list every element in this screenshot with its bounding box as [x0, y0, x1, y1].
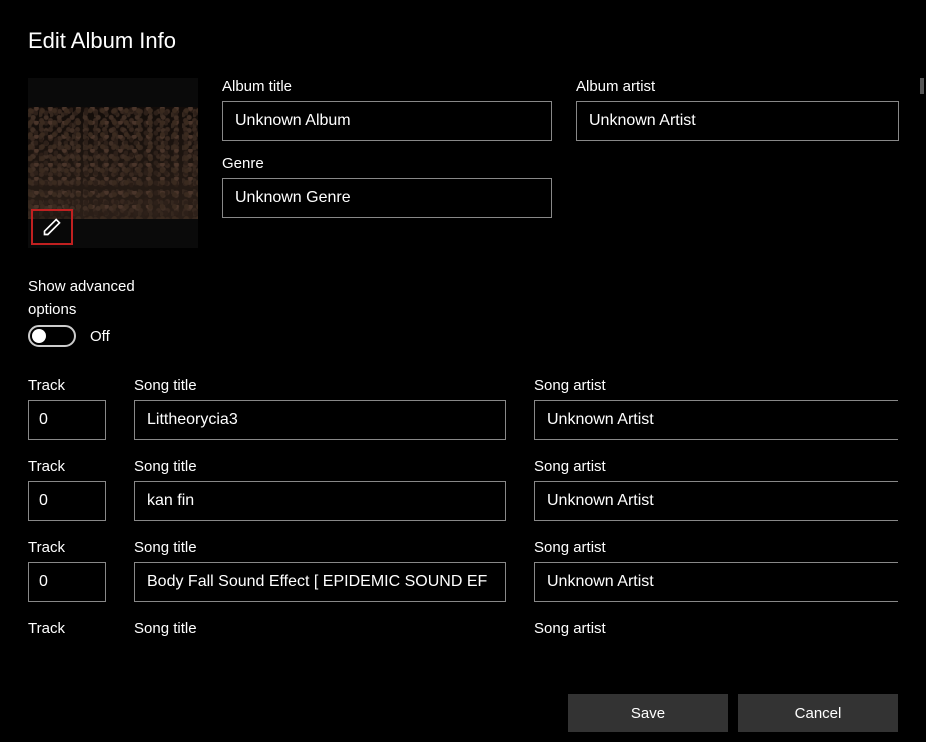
album-artist-label: Album artist: [576, 78, 899, 95]
genre-label: Genre: [222, 155, 552, 172]
cancel-button[interactable]: Cancel: [738, 694, 898, 732]
dialog-actions: Save Cancel: [568, 694, 898, 732]
scrollbar[interactable]: [920, 78, 924, 94]
track-row: Track Song title Song artist: [28, 539, 898, 602]
album-title-field: Album title: [222, 78, 552, 141]
album-art-container: [28, 78, 198, 248]
advanced-toggle-row: Off: [28, 325, 898, 347]
song-title-label: Song title: [134, 458, 506, 475]
song-title-input[interactable]: [134, 400, 506, 440]
song-title-input[interactable]: [134, 481, 506, 521]
song-artist-label: Song artist: [534, 458, 898, 475]
track-number-input[interactable]: [28, 562, 106, 602]
song-artist-label: Song artist: [534, 620, 898, 637]
album-title-genre-column: Album title Genre: [222, 78, 552, 248]
toggle-thumb: [32, 329, 46, 343]
song-title-label: Song title: [134, 539, 506, 556]
genre-input[interactable]: [222, 178, 552, 218]
track-number-input[interactable]: [28, 481, 106, 521]
track-number-label: Track: [28, 620, 106, 637]
album-artist-field: Album artist: [576, 78, 899, 141]
album-artist-input[interactable]: [576, 101, 899, 141]
edit-album-art-button[interactable]: [31, 209, 73, 245]
save-button[interactable]: Save: [568, 694, 728, 732]
track-number-label: Track: [28, 458, 106, 475]
album-art: [28, 107, 198, 219]
song-artist-label: Song artist: [534, 539, 898, 556]
advanced-options-label: Show advanced options: [28, 276, 148, 321]
song-artist-input[interactable]: [534, 400, 898, 440]
album-title-input[interactable]: [222, 101, 552, 141]
dialog-title: Edit Album Info: [28, 28, 898, 54]
song-title-label: Song title: [134, 620, 506, 637]
track-row: Track Song title Song artist: [28, 377, 898, 440]
track-row: Track Song title Song artist: [28, 458, 898, 521]
track-row: Track Song title Song artist: [28, 620, 898, 643]
pencil-icon: [42, 217, 62, 237]
tracks-list: Track Song title Song artist Track Song …: [28, 377, 898, 649]
album-info-section: Album title Genre Album artist: [28, 78, 898, 248]
song-artist-label: Song artist: [534, 377, 898, 394]
album-title-label: Album title: [222, 78, 552, 95]
album-artist-column: Album artist: [576, 78, 899, 248]
song-title-input[interactable]: [134, 562, 506, 602]
track-number-label: Track: [28, 377, 106, 394]
advanced-options-section: Show advanced options Off: [28, 276, 898, 347]
advanced-toggle-state: Off: [90, 328, 110, 345]
track-number-label: Track: [28, 539, 106, 556]
genre-field: Genre: [222, 155, 552, 218]
advanced-options-toggle[interactable]: [28, 325, 76, 347]
song-artist-input[interactable]: [534, 562, 898, 602]
track-number-input[interactable]: [28, 400, 106, 440]
song-artist-input[interactable]: [534, 481, 898, 521]
song-title-label: Song title: [134, 377, 506, 394]
